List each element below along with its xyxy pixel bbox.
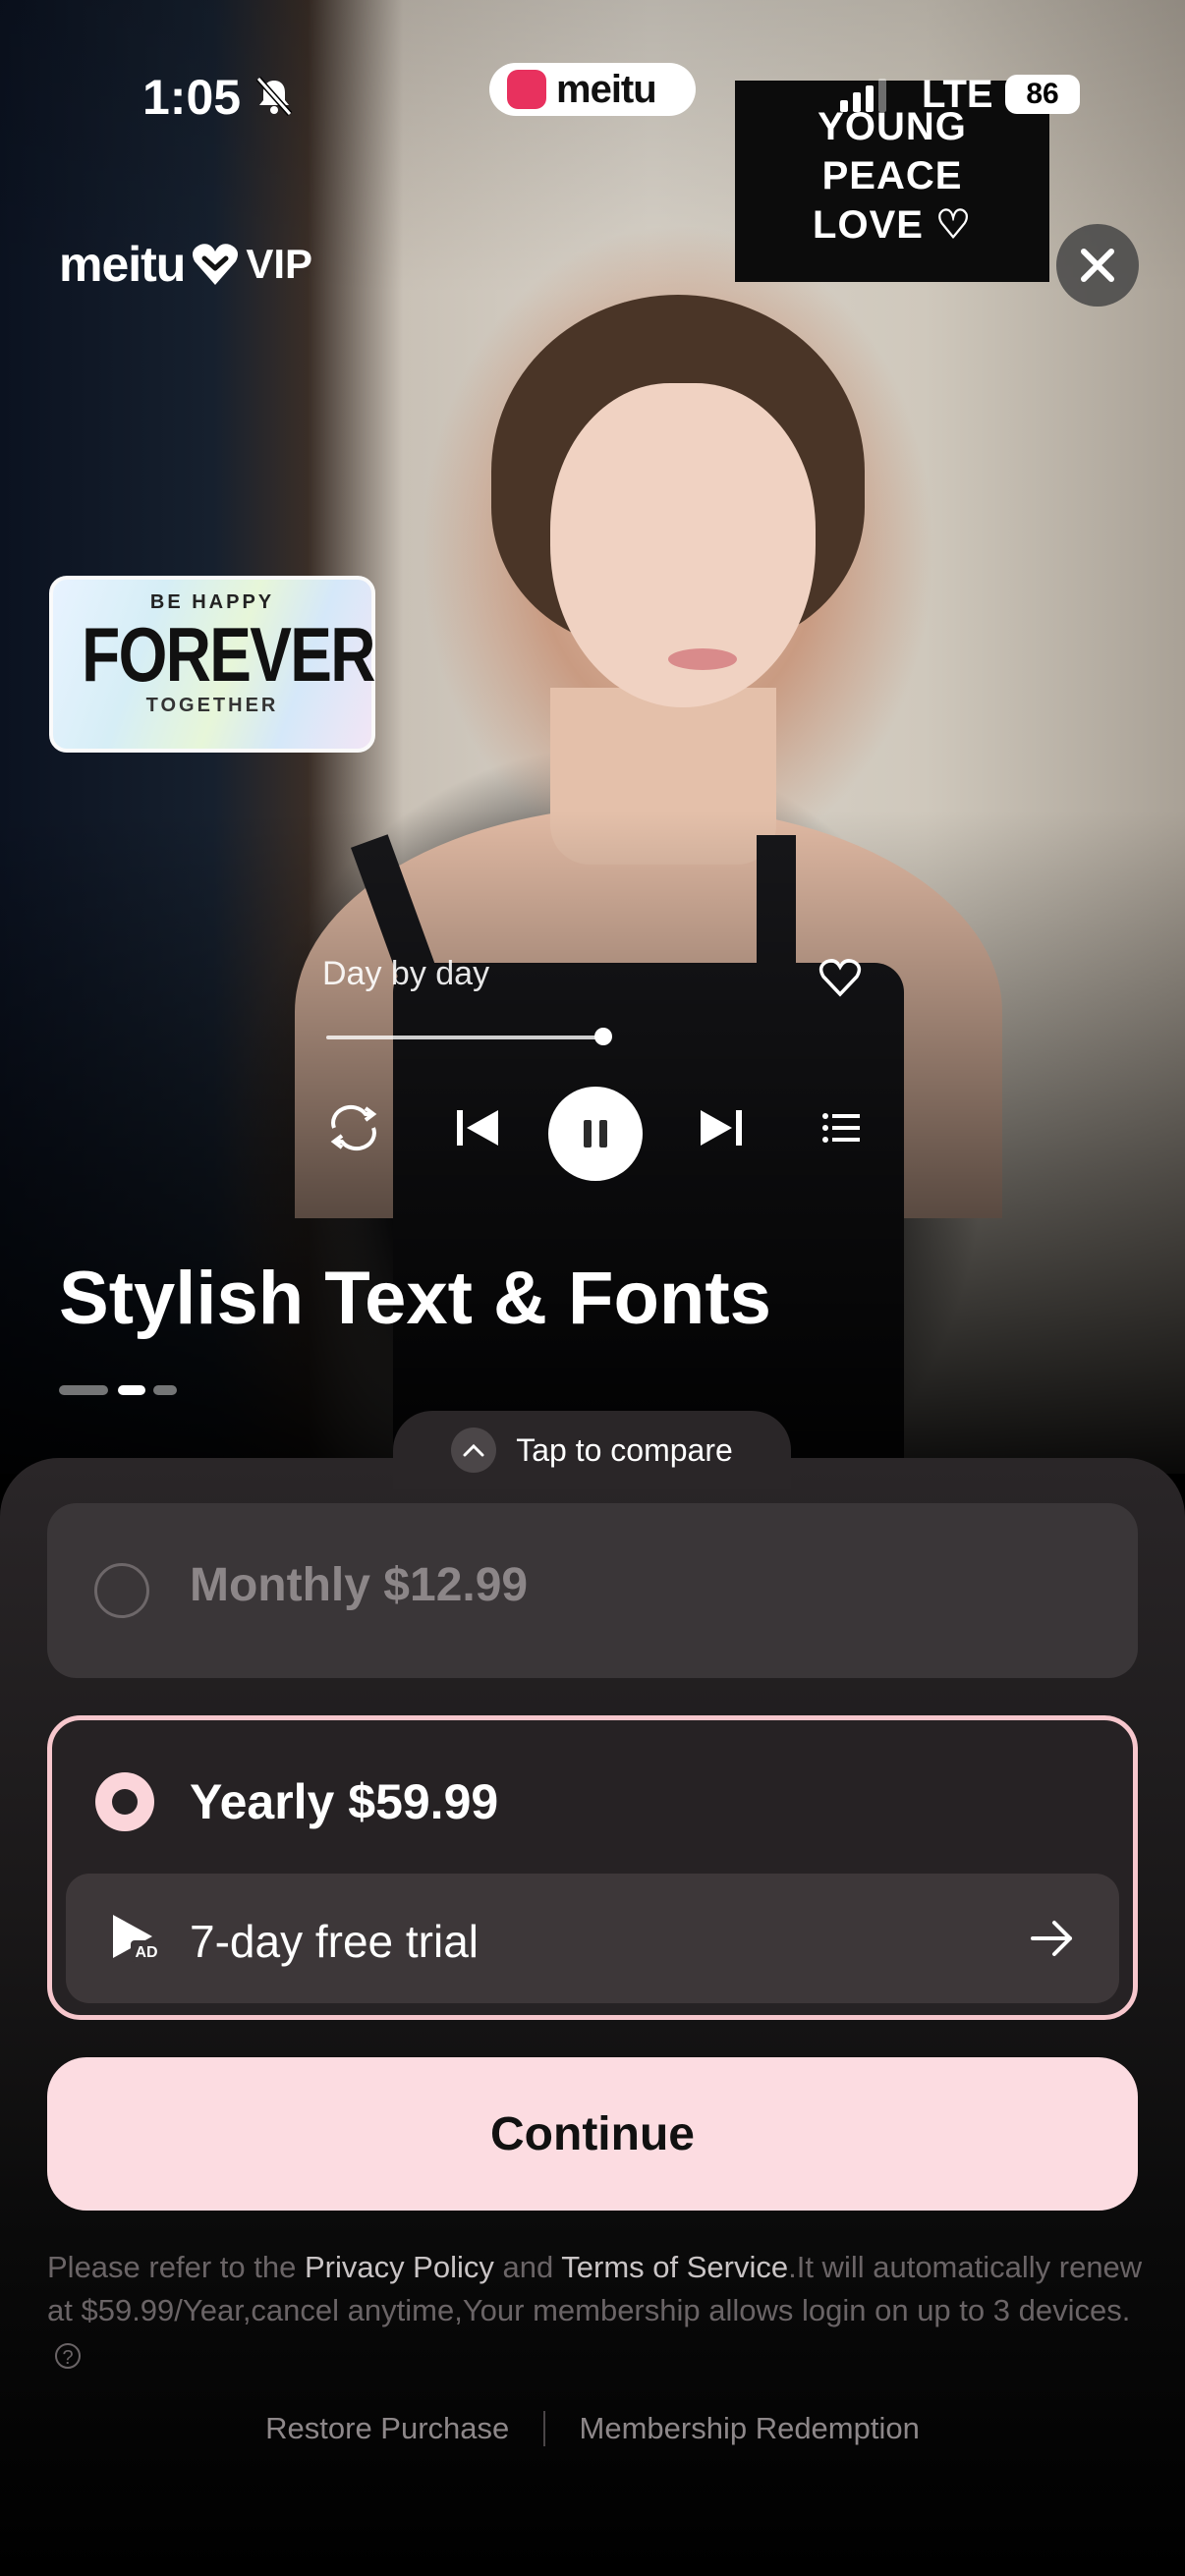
meitu-logo-icon — [507, 70, 546, 109]
hero-lips — [668, 648, 737, 670]
legal-notice: Please refer to the Privacy Policy and T… — [47, 2246, 1148, 2376]
footer-divider — [542, 2410, 545, 2446]
free-trial-label: 7-day free trial — [190, 1916, 480, 1967]
plate-bottom-text: TOGETHER — [145, 695, 279, 716]
privacy-policy-link[interactable]: Privacy Policy — [305, 2250, 494, 2284]
hero-hair — [491, 295, 865, 648]
terms-of-service-link[interactable]: Terms of Service — [561, 2250, 788, 2284]
radio-selected[interactable] — [95, 1772, 154, 1831]
previous-track-icon — [450, 1100, 505, 1155]
song-title: Day by day — [322, 955, 490, 992]
next-track-icon — [694, 1100, 749, 1155]
arrow-right-icon — [1031, 1921, 1072, 1956]
membership-redemption-link[interactable]: Membership Redemption — [580, 2411, 920, 2446]
status-time: 1:05 — [142, 70, 242, 125]
plate-main-text: FOREVER — [82, 611, 375, 698]
continue-button[interactable]: Continue — [47, 2057, 1138, 2211]
plan-option-yearly[interactable]: Yearly $59.99 AD 7-day free trial — [47, 1715, 1138, 2020]
radio-unselected[interactable] — [94, 1563, 149, 1618]
pager-dot — [59, 1385, 108, 1395]
pager-dot — [153, 1385, 177, 1395]
compare-label: Tap to compare — [516, 1431, 733, 1468]
ad-play-icon: AD — [113, 1915, 162, 1962]
sticker-line: LOVE ♡ — [813, 203, 972, 247]
progress-track — [326, 1028, 612, 1045]
plan-option-monthly[interactable]: Monthly $12.99 — [47, 1503, 1138, 1678]
footer-links: Restore Purchase Membership Redemption — [0, 2409, 1185, 2446]
hero-neck — [550, 688, 776, 865]
chevron-up-icon — [451, 1428, 497, 1473]
close-icon — [1081, 249, 1114, 282]
brand-name: meitu — [59, 237, 186, 292]
music-player-sticker: Day by day — [314, 943, 884, 1199]
battery-indicator: 86 — [1005, 75, 1080, 114]
forever-plate-sticker[interactable]: BE HAPPY FOREVER TOGETHER — [49, 576, 376, 753]
app-pill-label: meitu — [556, 67, 657, 111]
bell-muted-icon — [255, 77, 293, 116]
tap-to-compare-button[interactable]: Tap to compare — [393, 1411, 791, 1489]
app-pill[interactable]: meitu — [489, 63, 696, 116]
meitu-vip-logo: meitu VIP — [59, 236, 312, 293]
hero-face — [550, 383, 816, 707]
brand-tier: VIP — [246, 241, 313, 287]
signal-icon — [840, 79, 886, 112]
free-trial-row[interactable]: AD 7-day free trial — [66, 1874, 1119, 2003]
network-type: LTE — [922, 73, 993, 116]
plan-label-yearly: Yearly $59.99 — [190, 1774, 499, 1829]
legal-and: and — [493, 2250, 562, 2284]
feature-title: Stylish Text & Fonts — [59, 1257, 771, 1340]
restore-purchase-link[interactable]: Restore Purchase — [265, 2411, 509, 2446]
playlist-icon — [818, 1100, 867, 1155]
heart-outline-icon — [818, 959, 862, 997]
close-button[interactable] — [1056, 224, 1139, 307]
pager-dot-active — [118, 1385, 145, 1395]
plan-label-monthly: Monthly $12.99 — [190, 1559, 529, 1611]
pause-icon — [548, 1087, 643, 1181]
repeat-icon — [324, 1100, 383, 1155]
heart-icon — [193, 244, 239, 285]
sticker-line: PEACE — [821, 154, 963, 197]
help-icon[interactable]: ? — [55, 2342, 81, 2369]
legal-prefix: Please refer to the — [47, 2250, 305, 2284]
progress-knob — [594, 1028, 612, 1045]
svg-text:AD: AD — [135, 1944, 157, 1961]
young-peace-love-sticker[interactable]: YOUNG PEACE LOVE ♡ — [735, 81, 1049, 282]
sticker-line: YOUNG — [818, 105, 967, 148]
